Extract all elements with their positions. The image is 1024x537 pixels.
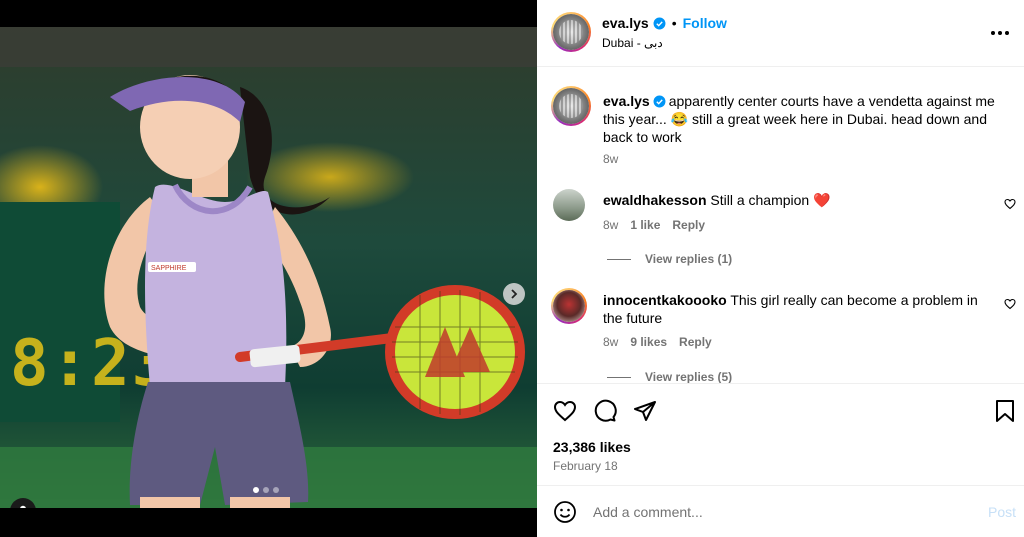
post-date[interactable]: February 18 bbox=[553, 459, 618, 473]
follow-button[interactable]: Follow bbox=[683, 15, 727, 31]
commenter-avatar[interactable] bbox=[551, 288, 587, 324]
post-details-panel: eva.lys • Follow Dubai - دبی eva.lys appa… bbox=[537, 0, 1024, 537]
share-icon[interactable] bbox=[633, 399, 657, 423]
view-replies-button[interactable]: View replies (1) bbox=[607, 252, 732, 266]
author-avatar[interactable] bbox=[551, 12, 591, 52]
comment-age[interactable]: 8w bbox=[603, 218, 618, 232]
comment-icon[interactable] bbox=[593, 399, 617, 423]
author-username[interactable]: eva.lys bbox=[602, 15, 649, 31]
commenter-avatar[interactable] bbox=[553, 189, 585, 221]
bookmark-icon[interactable] bbox=[994, 399, 1016, 423]
replies-divider-line bbox=[607, 258, 631, 260]
carousel-dot bbox=[253, 487, 259, 493]
more-options-icon[interactable] bbox=[988, 23, 1012, 43]
tennis-player-illustration: SAPPHIRE bbox=[0, 75, 537, 508]
red-heart-emoji: ❤️ bbox=[813, 192, 831, 208]
comment-age[interactable]: 8w bbox=[603, 335, 618, 349]
carousel-dot bbox=[273, 487, 279, 493]
comment-username[interactable]: innocentkakoooko bbox=[603, 292, 727, 308]
carousel-indicator bbox=[253, 487, 279, 493]
chevron-right-icon bbox=[511, 289, 518, 299]
post-photo[interactable]: 8:23 SAPPHIRE bbox=[0, 27, 537, 508]
reply-button[interactable]: Reply bbox=[679, 335, 712, 349]
post-comment-button[interactable]: Post bbox=[988, 504, 1016, 520]
add-comment-form: Post bbox=[537, 485, 1024, 537]
verified-badge-icon bbox=[653, 95, 666, 108]
separator-dot: • bbox=[671, 15, 677, 31]
heart-icon[interactable] bbox=[1004, 298, 1016, 310]
emoji-icon[interactable] bbox=[553, 500, 577, 524]
view-replies-label: View replies (5) bbox=[645, 370, 733, 383]
comment-username[interactable]: ewaldhakesson bbox=[603, 192, 707, 208]
caption-age[interactable]: 8w bbox=[603, 152, 618, 166]
likes-count[interactable]: 23,386 likes bbox=[553, 439, 631, 455]
comment-likes[interactable]: 9 likes bbox=[630, 335, 667, 349]
next-slide-button[interactable] bbox=[503, 283, 525, 305]
caption-author-avatar[interactable] bbox=[551, 86, 591, 126]
post-media: 8:23 SAPPHIRE bbox=[0, 0, 537, 537]
post-actions: 23,386 likes February 18 bbox=[537, 383, 1024, 485]
view-replies-button[interactable]: View replies (5) bbox=[607, 370, 732, 383]
comment-input[interactable] bbox=[593, 502, 953, 522]
comment-likes[interactable]: 1 like bbox=[630, 218, 660, 232]
caption: eva.lys apparently center courts have a v… bbox=[603, 92, 1013, 146]
heart-icon[interactable] bbox=[553, 399, 577, 423]
reply-button[interactable]: Reply bbox=[672, 218, 705, 232]
caption-username[interactable]: eva.lys bbox=[603, 93, 650, 109]
replies-divider-line bbox=[607, 376, 631, 378]
post-header: eva.lys • Follow Dubai - دبی bbox=[537, 0, 1024, 67]
view-replies-label: View replies (1) bbox=[645, 252, 733, 266]
comments-section: eva.lys apparently center courts have a v… bbox=[537, 67, 1024, 383]
heart-icon[interactable] bbox=[1004, 198, 1016, 210]
comment-text: Still a champion bbox=[710, 192, 810, 208]
verified-badge-icon bbox=[653, 17, 666, 29]
post-location[interactable]: Dubai - دبی bbox=[602, 36, 663, 50]
carousel-dot bbox=[263, 487, 269, 493]
shirt-logo: SAPPHIRE bbox=[151, 265, 187, 272]
